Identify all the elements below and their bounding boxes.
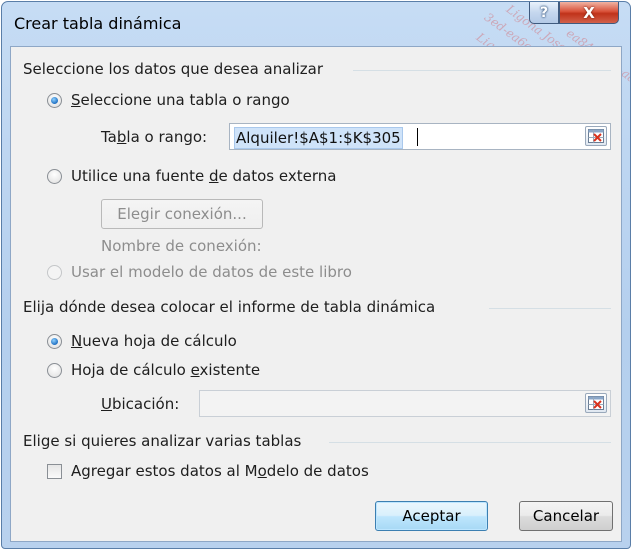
access-key: N xyxy=(71,332,83,350)
section-data-heading: Seleccione los datos que desea analizar xyxy=(23,60,324,78)
dialog-body: Seleccione los datos que desea analizar … xyxy=(10,46,622,542)
access-key: o xyxy=(257,462,267,480)
ok-button[interactable]: Aceptar xyxy=(375,501,488,531)
radio-external-source-label[interactable]: Utilice una fuente de datos externa xyxy=(71,167,336,185)
choose-connection-button[interactable]: Elegir conexión... xyxy=(101,199,263,229)
label-part: Agregar estos datos al M xyxy=(71,462,258,480)
radio-new-sheet-label[interactable]: Nueva hoja de cálculo xyxy=(71,332,237,350)
radio-select-table[interactable] xyxy=(47,93,62,108)
title-bar[interactable]: Crear tabla dinámica Ligoña Jose - d5e8 … xyxy=(2,2,630,119)
radio-data-model-label[interactable]: Usar el modelo de datos de este libro xyxy=(71,263,352,281)
radio-data-model[interactable] xyxy=(47,265,62,280)
dialog-window: Crear tabla dinámica Ligoña Jose - d5e8 … xyxy=(1,1,631,549)
label-part: bicación: xyxy=(111,395,180,413)
label-part: Ta xyxy=(101,128,117,146)
help-icon: ? xyxy=(539,4,549,21)
label-part: la o rango: xyxy=(126,128,208,146)
radio-external-source[interactable] xyxy=(47,169,62,184)
label-part: e datos externa xyxy=(218,167,337,185)
range-label: Tabla o rango: xyxy=(101,128,207,146)
cancel-button[interactable]: Cancelar xyxy=(519,501,613,531)
divider xyxy=(489,308,611,309)
radio-existing-sheet-label[interactable]: Hoja de cálculo existente xyxy=(71,361,260,379)
connection-name-label: Nombre de conexión: xyxy=(101,237,262,255)
radio-new-sheet[interactable] xyxy=(47,334,62,349)
close-icon: X xyxy=(583,3,595,22)
range-value: Alquiler!$A$1:$K$305 xyxy=(234,127,403,149)
label-part: ueva hoja de cálculo xyxy=(82,332,237,350)
label-part: Utilice una fuente xyxy=(71,167,209,185)
label-part: Hoja de cálculo xyxy=(71,361,191,379)
add-to-data-model-checkbox[interactable] xyxy=(47,464,62,479)
label-part: eleccione una tabla o rango xyxy=(80,91,290,109)
location-input[interactable] xyxy=(199,390,611,417)
text-caret xyxy=(417,128,418,146)
radio-select-table-label[interactable]: Seleccione una tabla o rango xyxy=(71,91,290,109)
access-key: S xyxy=(71,91,81,109)
add-to-data-model-label[interactable]: Agregar estos datos al Modelo de datos xyxy=(71,462,369,480)
access-key: U xyxy=(101,395,112,413)
radio-existing-sheet[interactable] xyxy=(47,363,62,378)
section-multi-heading: Elige si quieres analizar varias tablas xyxy=(23,432,302,450)
access-key: d xyxy=(208,167,219,185)
range-selector-button[interactable] xyxy=(585,126,607,146)
label-part: delo de datos xyxy=(266,462,369,480)
dialog-title: Crear tabla dinámica xyxy=(14,14,182,33)
close-button[interactable]: X xyxy=(559,2,619,24)
divider xyxy=(353,70,611,71)
table-range-input[interactable]: Alquiler!$A$1:$K$305 xyxy=(229,123,611,150)
access-key: b xyxy=(116,128,127,146)
section-location-heading: Elija dónde desea colocar el informe de … xyxy=(23,298,436,316)
location-label: Ubicación: xyxy=(101,395,179,413)
access-key: e xyxy=(190,361,200,379)
range-selector-icon xyxy=(588,129,604,143)
divider xyxy=(329,442,611,443)
range-selector-icon xyxy=(588,396,604,410)
help-button[interactable]: ? xyxy=(529,2,559,24)
location-selector-button[interactable] xyxy=(585,393,607,413)
label-part: xistente xyxy=(199,361,261,379)
